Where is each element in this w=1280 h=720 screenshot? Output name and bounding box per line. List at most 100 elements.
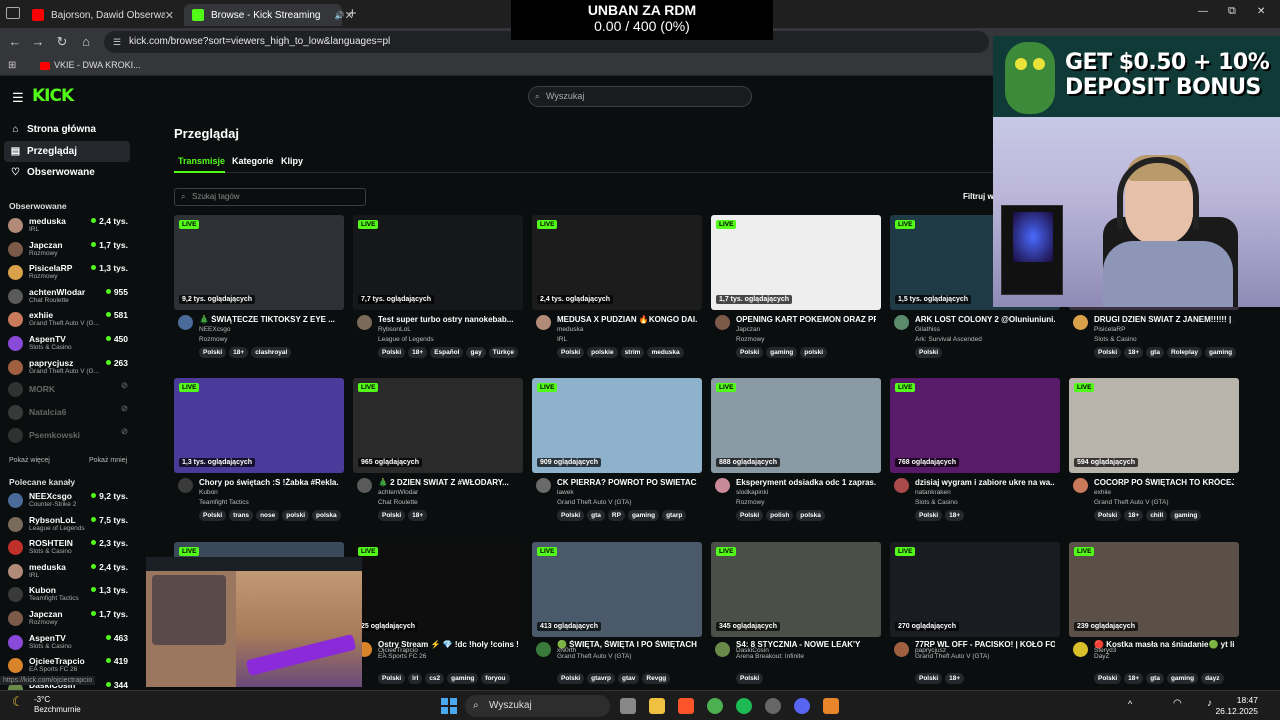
stream-tag[interactable]: polska: [312, 510, 341, 521]
tag-search-input[interactable]: ⌕ Szukaj tagów: [174, 188, 366, 206]
stream-thumbnail[interactable]: LIVE 768 oglądających: [890, 378, 1060, 473]
stream-tag[interactable]: Revgg: [642, 673, 671, 684]
stream-tag[interactable]: 18+: [1124, 673, 1144, 684]
stream-tag[interactable]: 18+: [945, 510, 965, 521]
channel-name[interactable]: lawek: [557, 489, 574, 496]
sidebar-channel[interactable]: AspenTV Slots & Casino 463: [8, 632, 130, 654]
stream-tag[interactable]: Polski: [199, 510, 227, 521]
volume-icon[interactable]: ♪: [1207, 698, 1212, 709]
close-window-button[interactable]: ✕: [1257, 6, 1265, 17]
task-view-icon[interactable]: [620, 698, 636, 714]
stream-tag[interactable]: Polski: [557, 510, 585, 521]
search-input[interactable]: ⌕ Wyszukaj: [528, 86, 752, 107]
sidebar-channel-offline[interactable]: Natalcia6 ⊘: [8, 402, 130, 424]
stream-title[interactable]: 🟢 ŚWIĘTA, ŚWIĘTA I PO ŚWIĘTACH...: [557, 640, 697, 649]
stream-tag[interactable]: chill: [1146, 510, 1168, 521]
stream-card[interactable]: LIVE 768 oglądających dzisiaj wygram i zab…: [890, 378, 1060, 532]
stream-card[interactable]: LIVE 594 oglądających COCORP PO ŚWIĘTACH T…: [1069, 378, 1239, 532]
stream-title[interactable]: OPENING KART POKEMON ORAZ PR...: [736, 315, 876, 324]
stream-category[interactable]: League of Legends: [378, 336, 434, 343]
stream-tag[interactable]: gaming: [1170, 510, 1202, 521]
stream-title[interactable]: COCORP PO ŚWIĘTACH TO KRÓCEJ...: [1094, 478, 1234, 487]
stream-category[interactable]: Ark: Survival Ascended: [915, 336, 982, 343]
show-less-link[interactable]: Pokaż mniej: [89, 457, 127, 464]
stream-tag[interactable]: Türkçe: [488, 347, 519, 358]
sidebar-channel[interactable]: paprycjusz Grand Theft Auto V (G... 263: [8, 357, 130, 379]
sidebar-channel[interactable]: ROSHTEIN Slots & Casino 2,3 tys.: [8, 537, 130, 559]
stream-tag[interactable]: Polski: [199, 347, 227, 358]
stream-thumbnail[interactable]: LIVE 413 oglądających: [532, 542, 702, 637]
app-icon[interactable]: [823, 698, 839, 714]
reload-icon[interactable]: ↻: [54, 34, 70, 50]
channel-name[interactable]: Japczan: [736, 326, 760, 333]
stream-thumbnail[interactable]: LIVE 239 oglądających: [1069, 542, 1239, 637]
bookmark-item[interactable]: VKIE - DWA KROKI...: [54, 60, 141, 70]
channel-avatar[interactable]: [715, 315, 730, 330]
channel-name[interactable]: achtenWlodar: [378, 489, 418, 496]
channel-avatar[interactable]: [894, 315, 909, 330]
forward-icon[interactable]: →: [30, 34, 46, 49]
channel-name[interactable]: natankraken: [915, 489, 951, 496]
stream-category[interactable]: IRL: [557, 336, 567, 343]
stream-tag[interactable]: clashroyal: [251, 347, 292, 358]
stream-thumbnail[interactable]: LIVE 965 oglądających: [353, 378, 523, 473]
channel-avatar[interactable]: [1073, 642, 1088, 657]
sidebar-channel[interactable]: meduska IRL 2,4 tys.: [8, 215, 130, 237]
stream-card[interactable]: LIVE 1,3 tys. oglądających Chory po święta…: [174, 378, 344, 532]
minimize-button[interactable]: —: [1198, 6, 1208, 17]
stream-thumbnail[interactable]: LIVE 909 oglądających: [532, 378, 702, 473]
stream-tag[interactable]: meduska: [647, 347, 684, 358]
nav-following[interactable]: ♡ Obserwowane: [4, 162, 130, 183]
stream-tag[interactable]: Español: [430, 347, 464, 358]
stream-tag[interactable]: 18+: [229, 347, 249, 358]
channel-name[interactable]: Kubon: [199, 489, 218, 496]
stream-tag[interactable]: 18+: [1124, 510, 1144, 521]
stream-tag[interactable]: Polski: [1094, 347, 1122, 358]
stream-tag[interactable]: Polski: [1094, 673, 1122, 684]
sidebar-channel[interactable]: PisicelaRP Rozmowy 1,3 tys.: [8, 262, 130, 284]
tab-categories[interactable]: Kategorie: [232, 156, 274, 166]
stream-title[interactable]: Test super turbo ostry nanokebab...: [378, 315, 518, 324]
stream-category[interactable]: Rozmowy: [736, 499, 765, 506]
home-icon[interactable]: ⌂: [78, 34, 94, 49]
channel-avatar[interactable]: [357, 315, 372, 330]
sidebar-channel[interactable]: achtenWlodar Chat Roulette 955: [8, 286, 130, 308]
stream-tag[interactable]: dayz: [1201, 673, 1224, 684]
stream-tag[interactable]: trans: [229, 510, 254, 521]
stream-thumbnail[interactable]: LIVE 594 oglądających: [1069, 378, 1239, 473]
sidebar-channel[interactable]: AspenTV Slots & Casino 450: [8, 333, 130, 355]
stream-tag[interactable]: polskie: [587, 347, 618, 358]
channel-avatar[interactable]: [1073, 478, 1088, 493]
channel-name[interactable]: meduska: [557, 326, 583, 333]
channel-avatar[interactable]: [894, 642, 909, 657]
stream-tag[interactable]: Polski: [736, 510, 764, 521]
stream-category[interactable]: Slots & Casino: [915, 499, 958, 506]
clock[interactable]: 18:47 26.12.2025: [1215, 695, 1258, 717]
channel-name[interactable]: NEEXcsgo: [199, 326, 230, 333]
stream-category[interactable]: Arena Breakout: Infinite: [736, 653, 804, 660]
stream-category[interactable]: Chat Roulette: [378, 499, 418, 506]
stream-tag[interactable]: lrl: [408, 673, 423, 684]
stream-tag[interactable]: gaming: [1205, 347, 1237, 358]
stream-card[interactable]: LIVE 2,4 tys. oglądających MEDUSA X PUDZIA…: [532, 215, 702, 369]
stream-tag[interactable]: Polski: [557, 347, 585, 358]
stream-tag[interactable]: Polski: [736, 673, 764, 684]
channel-name[interactable]: PisicelaRP: [1094, 326, 1125, 333]
stream-category[interactable]: Grand Theft Auto V (GTA): [557, 499, 632, 506]
stream-tag[interactable]: gay: [466, 347, 486, 358]
stream-card[interactable]: LIVE 345 oglądających S4: 8 STYCZNIA - NOW…: [711, 542, 881, 696]
stream-thumbnail[interactable]: LIVE 1,3 tys. oglądających: [174, 378, 344, 473]
stream-tag[interactable]: Polski: [378, 510, 406, 521]
stream-tag[interactable]: Polski: [915, 347, 943, 358]
stream-category[interactable]: Grand Theft Auto V (GTA): [557, 653, 632, 660]
stream-category[interactable]: Teamfight Tactics: [199, 499, 249, 506]
stream-category[interactable]: Rozmowy: [199, 336, 228, 343]
stream-thumbnail[interactable]: LIVE 25 oglądających: [353, 542, 523, 637]
stream-tag[interactable]: polski: [800, 347, 828, 358]
channel-name[interactable]: exhiie: [1094, 489, 1111, 496]
nav-home[interactable]: ⌂ Strona główna: [4, 119, 130, 140]
tab-youtube[interactable]: Bajorson, Dawid Obserwator, D ✕: [24, 4, 182, 26]
stream-card[interactable]: LIVE 965 oglądających 🎄 2 DZIEN SWIAT Z #W…: [353, 378, 523, 532]
kick-logo[interactable]: KICK: [32, 86, 74, 106]
stream-tag[interactable]: gtarp: [662, 510, 687, 521]
